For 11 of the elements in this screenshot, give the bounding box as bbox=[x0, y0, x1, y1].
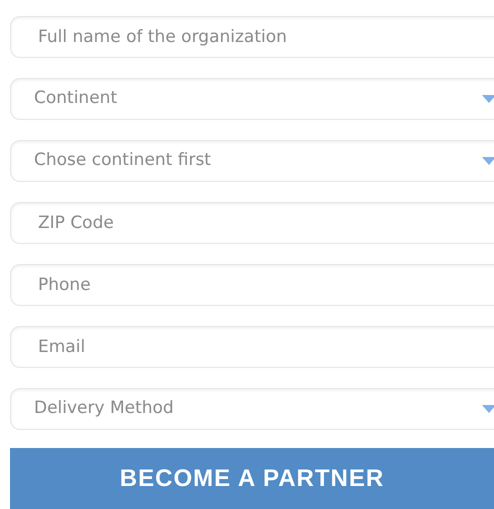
dropdown-field[interactable]: Chose continent first bbox=[10, 140, 494, 182]
input-field[interactable]: Phone bbox=[10, 264, 494, 306]
input-field[interactable]: ZIP Code bbox=[10, 202, 494, 244]
input-field[interactable]: Email bbox=[10, 326, 494, 368]
dropdown-field[interactable]: Delivery Method bbox=[10, 388, 494, 430]
caret-icon bbox=[482, 157, 494, 165]
dropdown-field[interactable]: Continent bbox=[10, 78, 494, 120]
caret-icon bbox=[482, 95, 494, 103]
submit-button[interactable]: BECOME A PARTNER bbox=[10, 448, 494, 509]
caret-icon bbox=[482, 405, 494, 413]
input-field[interactable]: Full name of the organization bbox=[10, 16, 494, 58]
